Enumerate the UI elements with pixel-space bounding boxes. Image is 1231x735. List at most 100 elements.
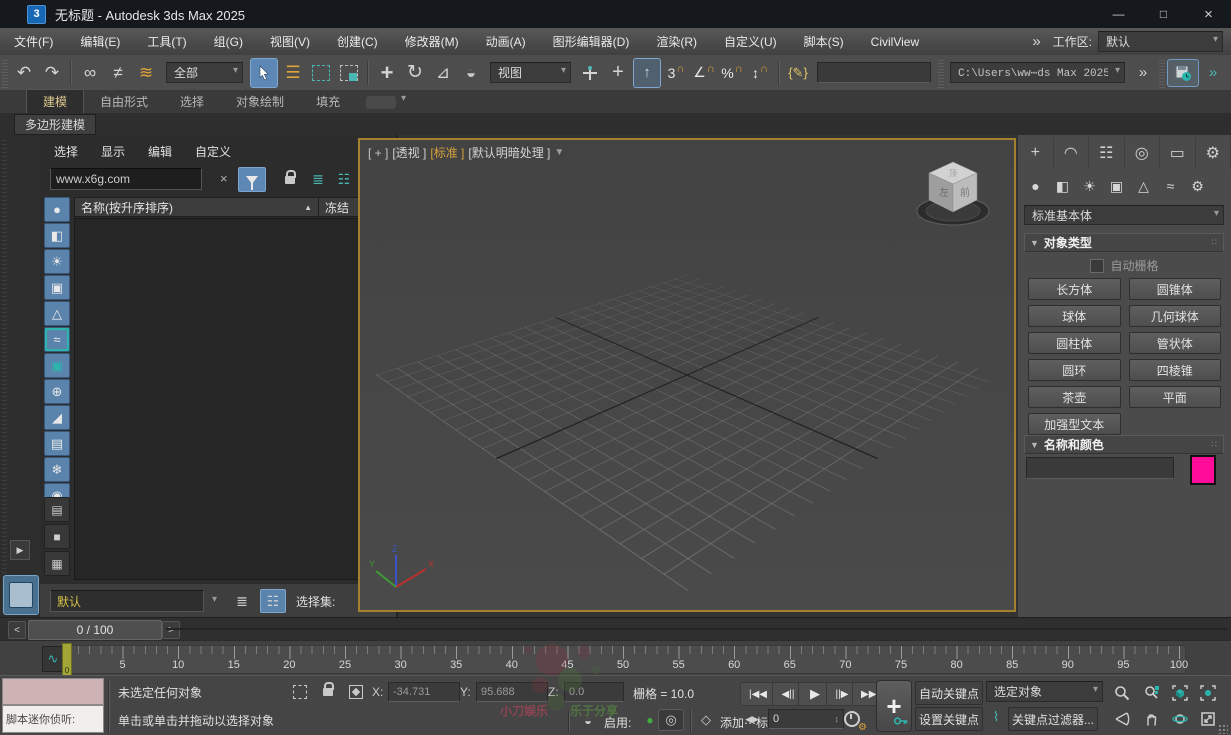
spinner-snap-button[interactable]: ↕ ∩ [747, 59, 773, 87]
zoom-all-button[interactable] [1138, 681, 1166, 705]
z-coord-field[interactable]: 0.0 [564, 682, 624, 702]
primitive-category-dropdown[interactable]: 标准基本体 [1024, 205, 1224, 225]
absolute-mode-icon[interactable] [346, 682, 366, 702]
key-mode-dropdown[interactable]: 选定对象 [986, 681, 1103, 702]
create-category-button[interactable]: △ [1130, 173, 1157, 199]
primitive-button[interactable]: 四棱锥 [1128, 359, 1221, 381]
primitive-button[interactable]: 平面 [1128, 386, 1221, 408]
window-crossing-toggle[interactable] [336, 59, 362, 87]
search-filter-button[interactable] [238, 167, 266, 192]
create-category-button[interactable]: ▣ [1103, 173, 1130, 199]
explorer-display-filter-button[interactable]: ▤ [44, 431, 70, 456]
viewport-general-menu[interactable]: [ + ] [368, 146, 388, 160]
field-of-view-button[interactable] [1108, 707, 1136, 731]
command-panel-tab[interactable]: ⚙ [1196, 137, 1231, 169]
explorer-menu-item[interactable]: 自定义 [195, 143, 231, 160]
select-and-scale-button[interactable]: ⊿ [430, 59, 456, 87]
explorer-display-filter-button[interactable]: △ [44, 301, 70, 326]
zero-ring-button[interactable]: ◎ [658, 709, 684, 731]
ribbon-tab[interactable]: 建模 [26, 89, 85, 113]
select-and-place-button[interactable]: ◒ [458, 59, 484, 87]
menu-item[interactable]: 视图(V) [270, 33, 310, 50]
primitive-button[interactable]: 圆柱体 [1028, 332, 1121, 354]
go-to-start-button[interactable]: |◀◀ [740, 682, 776, 706]
expand-hierarchy-icon[interactable]: ≣ [306, 168, 330, 191]
command-panel-tab[interactable]: ◠ [1054, 137, 1089, 169]
select-and-manipulate-button[interactable]: + [605, 59, 631, 87]
explorer-display-filter-button[interactable]: ≈ [44, 327, 70, 352]
pan-hand-button[interactable] [1138, 707, 1166, 731]
set-key-button[interactable]: 设置关键点 [915, 707, 983, 731]
select-and-move-button[interactable]: + [374, 59, 400, 87]
ribbon-tab[interactable]: 填充 [300, 90, 356, 113]
maximize-button[interactable]: □ [1141, 0, 1186, 28]
save-file-button[interactable] [1167, 58, 1199, 87]
primitive-button[interactable]: 圆锥体 [1128, 278, 1221, 300]
select-and-link-icon[interactable]: ∞ [77, 59, 103, 87]
project-path-dropdown[interactable]: C:\Users\ww⋯ds Max 2025 [950, 62, 1125, 83]
command-panel-tab[interactable]: ▭ [1160, 137, 1196, 169]
select-by-name-button[interactable]: ☰ [280, 59, 306, 87]
orbit-button[interactable] [1166, 707, 1194, 731]
explorer-display-filter-button[interactable]: ◢ [44, 405, 70, 430]
override-shield-icon[interactable]: ◒ [578, 710, 598, 730]
menu-item[interactable]: 渲染(R) [656, 33, 697, 50]
explorer-display-filter-button[interactable]: ⊕ [44, 379, 70, 404]
next-frame-slider-button[interactable]: > [162, 621, 180, 639]
polygon-modeling-panel-button[interactable]: 多边形建模 [14, 114, 97, 135]
command-panel-tab[interactable]: + [1018, 137, 1054, 169]
ribbon-tab[interactable]: 对象绘制 [220, 90, 300, 113]
key-filters-button[interactable]: 关键点过滤器... [1008, 707, 1098, 731]
explorer-tool-button[interactable]: ■ [44, 524, 70, 549]
explorer-display-filter-button[interactable]: ● [44, 197, 70, 222]
menu-item[interactable]: 组(G) [214, 33, 243, 50]
select-object-button[interactable] [250, 57, 278, 88]
explorer-menu-item[interactable]: 选择 [54, 143, 78, 160]
object-color-swatch[interactable] [1190, 455, 1216, 485]
explorer-object-list[interactable] [74, 218, 390, 580]
per-view-filter-icon[interactable]: ▼ [554, 147, 564, 158]
explorer-display-filter-button[interactable]: ▣ [44, 353, 70, 378]
workspace-dropdown[interactable]: 默认 [1098, 31, 1223, 52]
menu-item[interactable]: CivilView [871, 35, 919, 49]
toolbar-grip[interactable] [2, 57, 8, 88]
mini-curve-editor-button[interactable]: ∿ [42, 646, 64, 672]
viewport-style-label[interactable]: [标准 ] [430, 144, 464, 161]
menu-item[interactable]: 创建(C) [337, 33, 378, 50]
select-and-rotate-button[interactable]: ↻ [402, 59, 428, 87]
auto-key-button[interactable]: 自动关键点 [915, 681, 983, 705]
selection-lock-icon[interactable] [318, 682, 338, 702]
name-column-header[interactable]: 名称(按升序排序) ▲ [75, 199, 318, 216]
menu-item[interactable]: 编辑(E) [80, 33, 120, 50]
time-tag-cube-icon[interactable]: ◇ [696, 710, 716, 730]
command-panel-tab[interactable]: ◎ [1125, 137, 1160, 169]
zoom-button[interactable] [1108, 681, 1136, 705]
primitive-button[interactable]: 长方体 [1028, 278, 1121, 300]
menu-item[interactable]: 修改器(M) [405, 33, 459, 50]
ribbon-tab[interactable]: 选择 [164, 90, 220, 113]
footsteps-icon[interactable]: ⌇ [986, 707, 1006, 727]
layer-explorer-icon[interactable]: ≣ [230, 590, 254, 612]
bind-to-spacewarp-icon[interactable]: ≋ [133, 59, 159, 87]
explorer-search-input[interactable]: www.x6g.com [50, 168, 202, 190]
menu-item[interactable]: 文件(F) [14, 33, 53, 50]
angle-snap-button[interactable]: ∠ ∩ [691, 59, 717, 87]
menu-item[interactable]: 图形编辑器(D) [553, 33, 630, 50]
toolbar-overflow-chevrons[interactable]: » [1130, 59, 1156, 87]
name-color-rollout-header[interactable]: ▼ 名称和颜色 ∷ [1024, 435, 1224, 454]
percent-snap-button[interactable]: % ∩ [719, 59, 745, 87]
create-category-button[interactable]: ● [1022, 173, 1049, 199]
command-panel-tab[interactable]: ☷ [1089, 137, 1125, 169]
use-center-flyout-button[interactable] [577, 59, 603, 87]
viewport-shading-label[interactable]: [默认明暗处理 ] [468, 144, 550, 161]
reference-coordinate-dropdown[interactable]: 视图 [490, 62, 571, 83]
ribbon-tab[interactable]: 自由形式 [84, 90, 164, 113]
toolbar-end-chevrons[interactable]: » [1200, 59, 1226, 87]
macro-recorder-field[interactable] [2, 678, 104, 705]
named-selection-sets-field[interactable] [817, 62, 931, 83]
perspective-viewport[interactable]: [ + ] [透视 ] [标准 ] [默认明暗处理 ] ▼ 左 前 顶 Z X … [358, 138, 1016, 612]
window-resize-grip[interactable] [1218, 724, 1228, 734]
time-slider-track[interactable] [166, 628, 1227, 630]
unlink-selection-icon[interactable]: ≠ [105, 59, 131, 87]
y-coord-field[interactable]: 95.688 [476, 682, 548, 702]
